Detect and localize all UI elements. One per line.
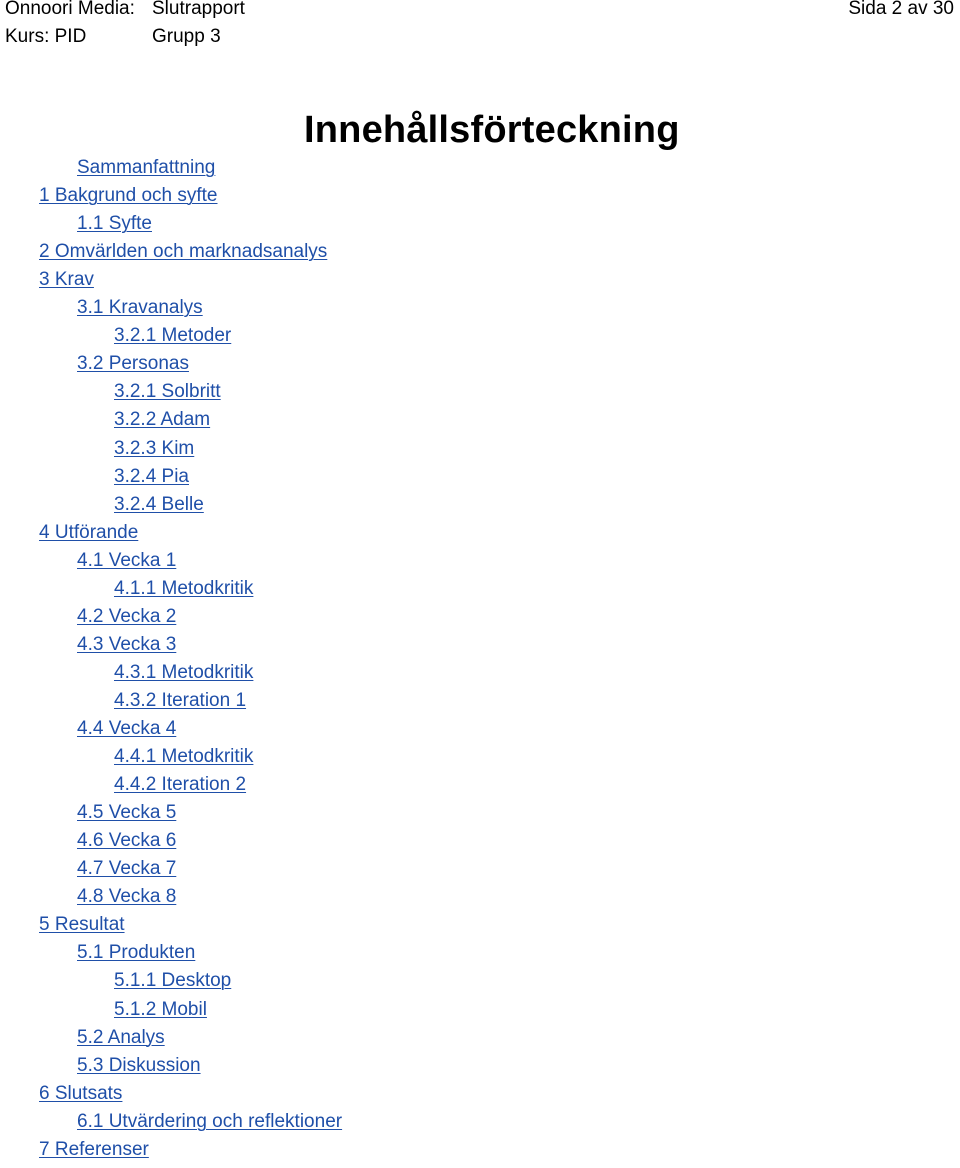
toc-link[interactable]: 4.4 Vecka 4 — [77, 718, 176, 740]
toc-link[interactable]: 4.2 Vecka 2 — [77, 606, 176, 628]
toc-link[interactable]: 4.3.2 Iteration 1 — [114, 690, 246, 712]
toc-link[interactable]: 4.4.1 Metodkritik — [114, 746, 253, 768]
toc-link[interactable]: 3.2.1 Solbritt — [114, 381, 221, 403]
toc-link[interactable]: 4.7 Vecka 7 — [77, 858, 176, 880]
toc-link[interactable]: 4 Utförande — [39, 522, 138, 544]
toc-link[interactable]: 3.2.1 Metoder — [114, 325, 231, 347]
toc-link[interactable]: 3 Krav — [39, 269, 94, 291]
toc-link[interactable]: 5 Resultat — [39, 914, 125, 936]
toc-link[interactable]: 4.1.1 Metodkritik — [114, 578, 253, 600]
toc-link[interactable]: 3.1 Kravanalys — [77, 297, 203, 319]
toc-link[interactable]: 3.2.3 Kim — [114, 438, 194, 460]
header-report-type: Slutrapport — [152, 0, 245, 19]
header-course: Kurs: PID — [5, 26, 87, 47]
toc-link[interactable]: 3.2.4 Pia — [114, 466, 189, 488]
header-group: Grupp 3 — [152, 26, 221, 47]
toc-link[interactable]: 4.8 Vecka 8 — [77, 886, 176, 908]
toc-link[interactable]: 3.2 Personas — [77, 353, 189, 375]
toc-link[interactable]: 1 Bakgrund och syfte — [39, 185, 218, 207]
toc-link[interactable]: 3.2.2 Adam — [114, 409, 210, 431]
toc-link[interactable]: 4.3.1 Metodkritik — [114, 662, 253, 684]
toc-link[interactable]: 5.1.1 Desktop — [114, 970, 231, 992]
toc-link[interactable]: 5.3 Diskussion — [77, 1055, 201, 1077]
toc-link[interactable]: 4.5 Vecka 5 — [77, 802, 176, 824]
toc-link[interactable]: 2 Omvärlden och marknadsanalys — [39, 241, 327, 263]
toc-link[interactable]: 1.1 Syfte — [77, 213, 152, 235]
toc-link[interactable]: 5.1 Produkten — [77, 942, 195, 964]
toc-link[interactable]: 6.1 Utvärdering och reflektioner — [77, 1111, 342, 1133]
toc-link[interactable]: 4.6 Vecka 6 — [77, 830, 176, 852]
header-company: Onnoori Media: — [5, 0, 135, 19]
page-title: Innehållsförteckning — [304, 109, 680, 151]
toc-link[interactable]: 4.4.2 Iteration 2 — [114, 774, 246, 796]
toc-link[interactable]: 6 Slutsats — [39, 1083, 122, 1105]
toc-link[interactable]: Sammanfattning — [77, 157, 215, 179]
page-indicator: Sida 2 av 30 — [848, 0, 954, 19]
toc-link[interactable]: 5.2 Analys — [77, 1027, 165, 1049]
toc-link[interactable]: 4.1 Vecka 1 — [77, 550, 176, 572]
toc-link[interactable]: 4.3 Vecka 3 — [77, 634, 176, 656]
toc-link[interactable]: 5.1.2 Mobil — [114, 999, 207, 1021]
toc-link[interactable]: 3.2.4 Belle — [114, 494, 204, 516]
toc-link[interactable]: 7 Referenser — [39, 1139, 149, 1161]
